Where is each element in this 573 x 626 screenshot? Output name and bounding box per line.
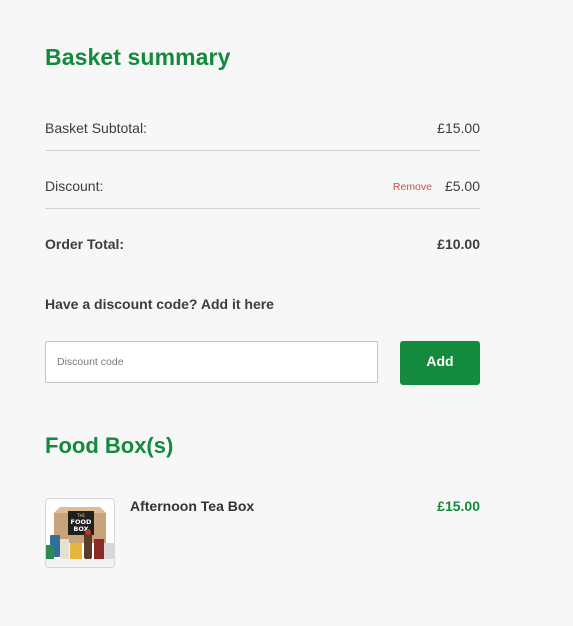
subtotal-label: Basket Subtotal: — [45, 120, 147, 136]
food-box-product-image[interactable]: THE FOOD BOX — [45, 498, 115, 568]
order-total-row: Order Total: £10.00 — [45, 234, 480, 254]
basket-page: Basket summary Basket Subtotal: £15.00 D… — [0, 0, 573, 626]
food-box-image-icon: THE FOOD BOX — [46, 499, 114, 567]
discount-row: Discount: Remove £5.00 — [45, 176, 480, 196]
discount-label: Discount: — [45, 178, 104, 194]
divider — [45, 150, 480, 151]
discount-code-input[interactable] — [45, 341, 378, 383]
subtotal-row: Basket Subtotal: £15.00 — [45, 118, 480, 138]
product-name[interactable]: Afternoon Tea Box — [130, 498, 254, 514]
discount-value: £5.00 — [444, 178, 480, 194]
food-boxes-title: Food Box(s) — [45, 433, 174, 458]
divider — [45, 208, 480, 209]
add-discount-button[interactable]: Add — [400, 341, 480, 385]
discount-code-prompt: Have a discount code? Add it here — [45, 296, 274, 312]
basket-summary-title: Basket summary — [45, 44, 231, 70]
product-price: £15.00 — [437, 498, 480, 514]
order-total-value: £10.00 — [437, 236, 480, 252]
remove-discount-link[interactable]: Remove — [393, 177, 432, 197]
order-total-label: Order Total: — [45, 236, 125, 252]
subtotal-value: £15.00 — [437, 120, 480, 136]
